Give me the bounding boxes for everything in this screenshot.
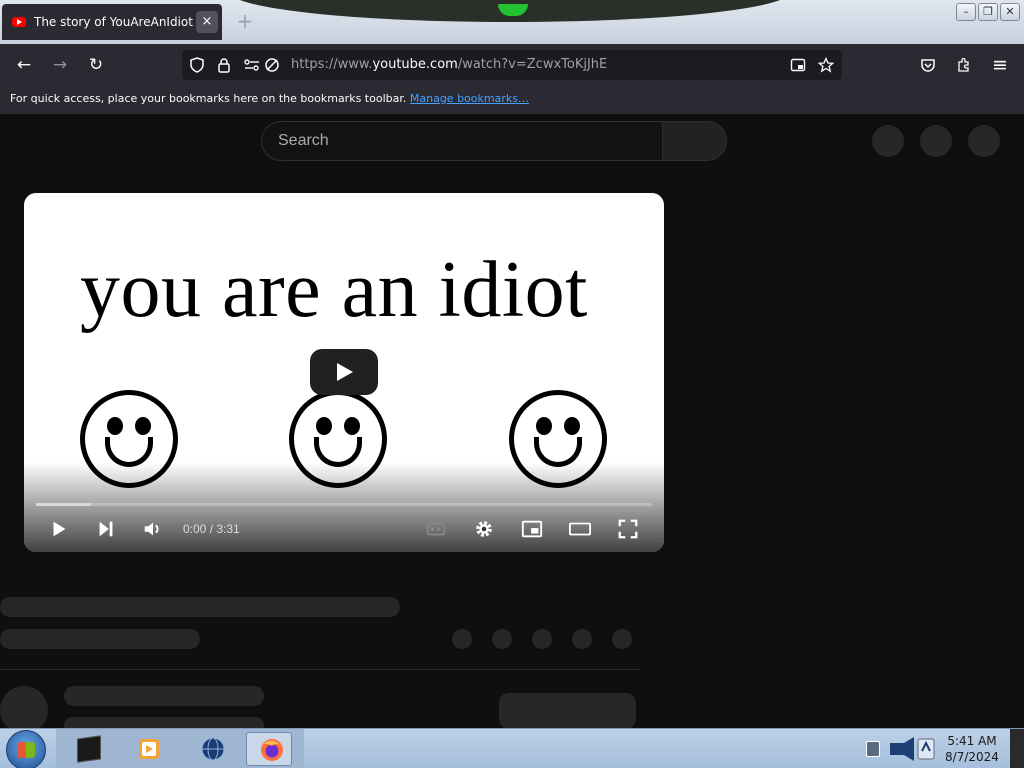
- browser-tab-bar: The story of YouAreAnIdiot - YouTube × +…: [0, 0, 1024, 44]
- channel-skeleton: [0, 629, 200, 649]
- picture-in-picture-icon[interactable]: [786, 53, 810, 77]
- taskbar-apps: [56, 729, 304, 768]
- action-skeleton: [452, 629, 472, 649]
- action-skeleton: [532, 629, 552, 649]
- section-divider: [0, 669, 640, 670]
- avatar-skeleton: [0, 686, 48, 734]
- action-skeleton: [612, 629, 632, 649]
- minimize-button[interactable]: –: [956, 3, 976, 21]
- taskbar-app-media-player[interactable]: [124, 732, 170, 766]
- settings-gear-icon[interactable]: [470, 517, 498, 541]
- player-controls: 0:00 / 3:31: [24, 513, 664, 545]
- youtube-favicon-icon: [12, 17, 26, 27]
- system-tray: 5:41 AM 8/7/2024: [862, 729, 1024, 768]
- network-volume-tray-icon[interactable]: [888, 735, 936, 763]
- video-player[interactable]: you are an idiot 0:00 / 3:31: [24, 193, 664, 552]
- volume-icon[interactable]: [139, 517, 167, 541]
- search-button[interactable]: [663, 121, 727, 161]
- play-icon[interactable]: [45, 517, 73, 541]
- forward-button[interactable]: →: [48, 53, 72, 77]
- system-clock[interactable]: 5:41 AM 8/7/2024: [942, 733, 1002, 765]
- progress-bar[interactable]: [36, 503, 652, 506]
- firefox-icon: [261, 739, 283, 761]
- bookmark-star-icon[interactable]: [814, 53, 838, 77]
- media-player-icon: [139, 739, 159, 759]
- taskbar-app-globe[interactable]: [188, 732, 234, 766]
- manage-bookmarks-link[interactable]: Manage bookmarks…: [410, 92, 529, 105]
- subtitles-icon[interactable]: [422, 517, 450, 541]
- start-button[interactable]: [6, 730, 46, 768]
- app-menu-icon[interactable]: ≡: [988, 53, 1012, 77]
- button-skeleton: [499, 693, 636, 729]
- title-skeleton: [0, 597, 400, 617]
- lock-icon[interactable]: [212, 53, 236, 77]
- miniplayer-icon[interactable]: [518, 517, 546, 541]
- show-hidden-icons[interactable]: [866, 741, 880, 757]
- reload-button[interactable]: ↻: [84, 53, 108, 77]
- screen: The story of YouAreAnIdiot - YouTube × +…: [0, 0, 1024, 768]
- pocket-icon[interactable]: [916, 53, 940, 77]
- create-button-placeholder[interactable]: [872, 125, 904, 157]
- search-box[interactable]: [261, 121, 663, 161]
- taskbar-app-firefox[interactable]: [246, 732, 292, 766]
- video-frame-text: you are an idiot: [80, 246, 588, 334]
- autoplay-blocked-icon[interactable]: [260, 53, 284, 77]
- url-bar[interactable]: https://www.youtube.com/watch?v=ZcwxToKj…: [182, 50, 842, 80]
- avatar-placeholder[interactable]: [968, 125, 1000, 157]
- back-button[interactable]: ←: [12, 53, 36, 77]
- tab-youtube[interactable]: The story of YouAreAnIdiot - YouTube ×: [2, 4, 222, 40]
- tab-close-icon[interactable]: ×: [196, 11, 218, 33]
- time-display: 0:00 / 3:31: [183, 522, 240, 536]
- fullscreen-icon[interactable]: [614, 517, 642, 541]
- tab-title: The story of YouAreAnIdiot - YouTube: [34, 15, 194, 29]
- youtube-page: you are an idiot 0:00 / 3:31: [0, 114, 1024, 734]
- search-input[interactable]: [262, 122, 662, 160]
- windows-taskbar: 5:41 AM 8/7/2024: [0, 728, 1024, 768]
- terminal-icon: [77, 735, 101, 763]
- comment-skeleton: [64, 686, 264, 706]
- extensions-icon[interactable]: [952, 53, 976, 77]
- action-skeleton: [572, 629, 592, 649]
- maximize-button[interactable]: ❐: [978, 3, 998, 21]
- globe-icon: [201, 737, 225, 761]
- new-tab-button[interactable]: +: [234, 10, 256, 32]
- next-video-icon[interactable]: [92, 517, 120, 541]
- bookmarks-toolbar: For quick access, place your bookmarks h…: [0, 86, 1024, 114]
- tracking-shield-icon[interactable]: [185, 53, 209, 77]
- bookmarks-hint: For quick access, place your bookmarks h…: [10, 92, 407, 105]
- notifications-button-placeholder[interactable]: [920, 125, 952, 157]
- action-skeleton: [492, 629, 512, 649]
- clock-time: 5:41 AM: [947, 734, 997, 748]
- theater-mode-icon[interactable]: [566, 517, 594, 541]
- close-window-button[interactable]: ✕: [1000, 3, 1020, 21]
- url-text[interactable]: https://www.youtube.com/watch?v=ZcwxToKj…: [291, 57, 607, 72]
- progress-loaded: [36, 503, 92, 506]
- navigation-toolbar: ← → ↻ https://www.youtube.com/watch?v=Zc…: [0, 44, 1024, 86]
- clock-date: 8/7/2024: [945, 750, 999, 764]
- show-desktop-button[interactable]: [1010, 729, 1024, 768]
- taskbar-app-terminal[interactable]: [64, 732, 110, 766]
- large-play-button[interactable]: [310, 349, 378, 395]
- window-controls: – ❐ ✕: [956, 3, 1020, 21]
